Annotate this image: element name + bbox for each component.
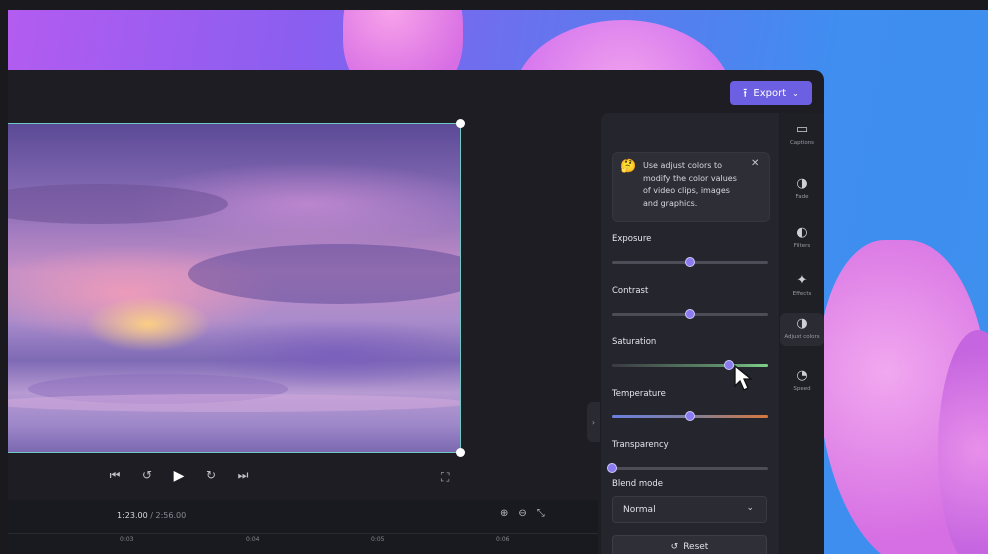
exposure-slider[interactable] — [612, 257, 768, 267]
export-label: Export — [753, 87, 787, 99]
ruler-tick: 0:03 — [120, 536, 134, 543]
adjust-colors-panel: 🤔 Use adjust colors to modify the color … — [601, 113, 779, 554]
exposure-label: Exposure — [612, 234, 652, 244]
tip-text: Use adjust colors to modify the color va… — [643, 161, 737, 208]
mouse-cursor-icon — [734, 364, 753, 391]
tip-emoji-icon: 🤔 — [620, 159, 637, 174]
rail-item-adjust-colors[interactable]: ◑ Adjust colors — [780, 313, 824, 346]
rail-item-filters[interactable]: ◐ Filters — [780, 226, 824, 250]
video-preview[interactable] — [8, 123, 461, 453]
skip-back-icon[interactable]: ⏮ — [108, 468, 122, 484]
fit-timeline-icon[interactable]: ⤡ — [537, 508, 545, 519]
rail-item-effects[interactable]: ✦ Effects — [780, 274, 824, 298]
properties-rail: ▭ Captions ◑ Fade ◐ Filters ✦ Effects ◑ … — [780, 113, 824, 554]
resize-handle[interactable] — [456, 119, 465, 128]
blend-mode-label: Blend mode — [612, 479, 664, 489]
slider-thumb[interactable] — [607, 463, 617, 473]
upload-icon: ⭱ — [743, 86, 748, 100]
rail-item-label: Filters — [793, 243, 811, 249]
editor-window: ⭱ Export ⌄ ⏮ ↺ ▶ ↻ ⏭ ⛶ 1:23.00 / 2:56.00… — [8, 70, 824, 554]
rail-item-speed[interactable]: ◔ Speed — [780, 369, 824, 393]
effects-icon: ✦ — [796, 273, 808, 288]
rail-item-label: Adjust colors — [784, 334, 820, 340]
speed-icon: ◔ — [796, 368, 808, 383]
captions-icon: ▭ — [795, 122, 809, 137]
adjust-colors-icon: ◑ — [796, 316, 808, 331]
ruler-tick: 0:06 — [496, 536, 510, 543]
blend-mode-value: Normal — [623, 504, 656, 515]
reset-icon: ↺ — [670, 542, 679, 552]
slider-thumb[interactable] — [685, 257, 695, 267]
fullscreen-icon[interactable]: ⛶ — [441, 470, 449, 485]
blend-mode-select[interactable]: Normal ⌄ — [612, 496, 767, 523]
chevron-down-icon: ⌄ — [792, 88, 799, 98]
saturation-label: Saturation — [612, 337, 657, 347]
rail-item-label: Fade — [795, 194, 809, 200]
zoom-out-icon[interactable]: ⊖ — [518, 508, 526, 519]
reset-label: Reset — [683, 542, 709, 552]
collapse-panel-button[interactable]: › — [587, 402, 600, 442]
rail-item-label: Speed — [793, 386, 811, 392]
slider-thumb[interactable] — [685, 411, 695, 421]
temperature-label: Temperature — [612, 389, 666, 399]
temperature-slider[interactable] — [612, 411, 768, 421]
slider-thumb[interactable] — [685, 309, 695, 319]
rail-item-captions[interactable]: ▭ Captions — [780, 123, 824, 147]
play-icon[interactable]: ▶ — [172, 468, 186, 484]
timeline-zoom-controls: ⊕ ⊖ ⤡ — [500, 508, 545, 519]
filters-icon: ◐ — [796, 225, 808, 240]
fade-icon: ◑ — [796, 176, 808, 191]
cloud-layer — [8, 184, 228, 224]
rail-item-label: Effects — [792, 291, 812, 297]
playback-controls: ⏮ ↺ ▶ ↻ ⏭ — [108, 468, 250, 484]
skip-forward-icon[interactable]: ⏭ — [236, 468, 250, 484]
tip-card: 🤔 Use adjust colors to modify the color … — [612, 152, 770, 222]
cloud-layer — [188, 244, 460, 304]
transparency-slider[interactable] — [607, 463, 768, 473]
ruler-tick: 0:05 — [371, 536, 385, 543]
rail-item-fade[interactable]: ◑ Fade — [780, 177, 824, 201]
chevron-down-icon: ⌄ — [746, 503, 754, 513]
resize-handle[interactable] — [456, 448, 465, 457]
contrast-label: Contrast — [612, 286, 649, 296]
time-readout: 1:23.00 / 2:56.00 — [117, 511, 186, 520]
zoom-in-icon[interactable]: ⊕ — [500, 508, 508, 519]
reset-button[interactable]: ↺ Reset — [612, 535, 767, 554]
ruler-tick: 0:04 — [246, 536, 260, 543]
export-button[interactable]: ⭱ Export ⌄ — [730, 81, 812, 105]
contrast-slider[interactable] — [612, 309, 768, 319]
forward-5-icon[interactable]: ↻ — [204, 468, 218, 484]
rail-item-label: Captions — [789, 140, 815, 146]
rewind-5-icon[interactable]: ↺ — [140, 468, 154, 484]
total-time: 2:56.00 — [155, 511, 187, 520]
horizon-glow — [8, 394, 460, 412]
current-time: 1:23.00 — [117, 511, 148, 520]
timeline-ruler: 0:03 0:04 0:05 0:06 — [8, 533, 598, 548]
transparency-label: Transparency — [612, 440, 669, 450]
close-icon[interactable]: ✕ — [751, 158, 759, 169]
